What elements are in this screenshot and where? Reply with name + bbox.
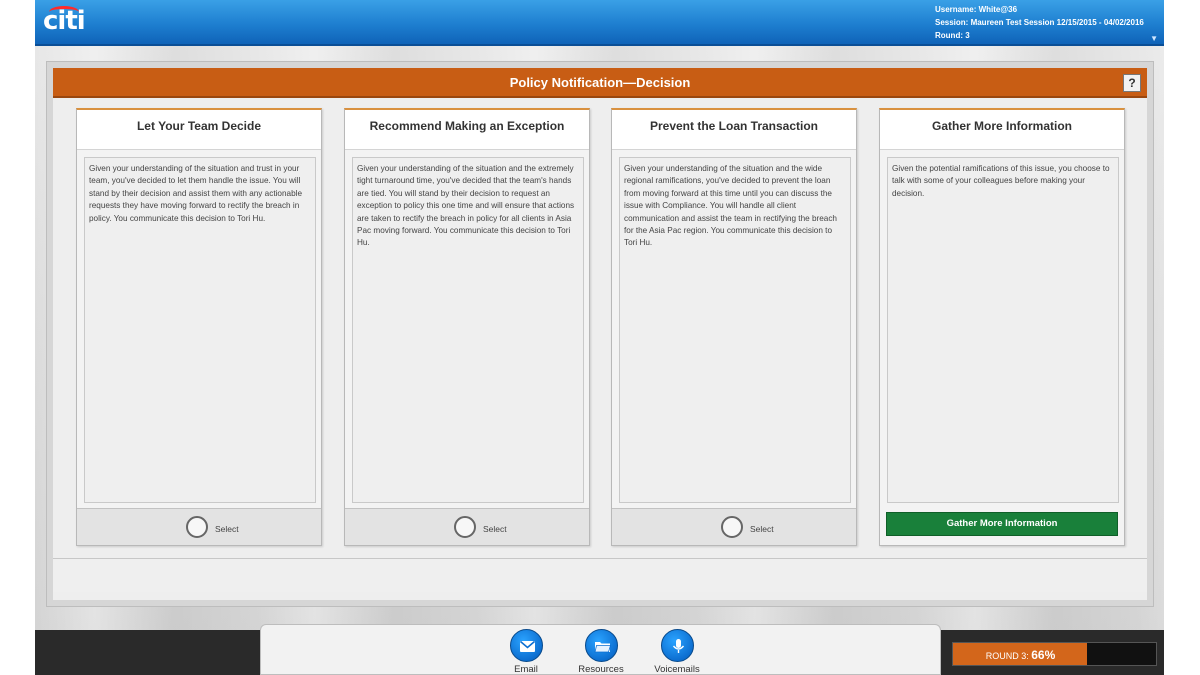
card-footer: Gather More Information — [880, 508, 1124, 545]
session-text: Session: Maureen Test Session 12/15/2015… — [935, 18, 1144, 27]
help-button[interactable]: ? — [1123, 74, 1141, 92]
card-footer: Select — [612, 508, 856, 545]
chevron-down-icon[interactable]: ▼ — [1150, 34, 1158, 43]
select-radio[interactable] — [721, 516, 743, 538]
round-progress-bar: ROUND 3: 66% — [952, 642, 1157, 666]
top-bar: citi Username: White@36 Session: Maureen… — [35, 0, 1164, 46]
card-title: Recommend Making an Exception — [369, 119, 565, 133]
card-text: Given your understanding of the situatio… — [357, 164, 575, 248]
dock-item-resources[interactable]: Resources — [566, 629, 636, 675]
card-description: Given your understanding of the situatio… — [352, 157, 584, 503]
option-card-team-decide: Let Your Team Decide Given your understa… — [76, 108, 322, 546]
folder-icon[interactable] — [584, 629, 618, 662]
card-title: Prevent the Loan Transaction — [649, 119, 819, 133]
panel-header: Policy Notification—Decision ? — [53, 68, 1147, 98]
card-description: Given your understanding of the situatio… — [84, 157, 316, 503]
card-description: Given your understanding of the situatio… — [619, 157, 851, 503]
option-card-exception: Recommend Making an Exception Given your… — [344, 108, 590, 546]
panel-bottom-strip — [53, 558, 1147, 592]
microphone-icon[interactable] — [660, 629, 694, 662]
card-description: Given the potential ramifications of thi… — [887, 157, 1119, 503]
card-title: Gather More Information — [931, 119, 1072, 133]
user-session-info: Username: White@36 Session: Maureen Test… — [935, 3, 1144, 42]
username-text: Username: White@36 — [935, 5, 1018, 14]
round-label: ROUND 3: — [985, 651, 1029, 661]
card-title: Let Your Team Decide — [136, 119, 262, 133]
round-text: Round: 3 — [935, 31, 970, 40]
round-progress-text: ROUND 3: 66% — [953, 648, 1088, 662]
app-stage: citi Username: White@36 Session: Maureen… — [35, 0, 1164, 675]
tool-dock: Email Resources Voicemails — [260, 624, 941, 675]
citi-logo: citi — [43, 6, 86, 36]
select-radio[interactable] — [454, 516, 476, 538]
select-label[interactable]: Select — [750, 524, 774, 534]
round-percent: 66% — [1031, 648, 1056, 662]
card-footer: Select — [345, 508, 589, 545]
select-label[interactable]: Select — [483, 524, 507, 534]
option-card-gather-info: Gather More Information Given the potent… — [879, 108, 1125, 546]
decision-panel: Policy Notification—Decision ? Let Your … — [47, 62, 1153, 606]
select-radio[interactable] — [186, 516, 208, 538]
dock-label[interactable]: Resources — [566, 664, 636, 675]
dock-label[interactable]: Email — [491, 664, 561, 675]
card-text: Given your understanding of the situatio… — [89, 164, 302, 223]
select-label[interactable]: Select — [215, 524, 239, 534]
dock-item-email[interactable]: Email — [491, 629, 561, 675]
card-text: Given your understanding of the situatio… — [624, 164, 837, 248]
card-text: Given the potential ramifications of thi… — [892, 164, 1110, 198]
gather-more-information-button[interactable]: Gather More Information — [886, 512, 1118, 536]
dock-item-voicemails[interactable]: Voicemails — [642, 629, 712, 675]
option-card-prevent-loan: Prevent the Loan Transaction Given your … — [611, 108, 857, 546]
panel-title: Policy Notification—Decision — [509, 75, 691, 90]
dock-label[interactable]: Voicemails — [642, 664, 712, 675]
card-footer: Select — [77, 508, 321, 545]
email-icon[interactable] — [509, 629, 543, 662]
